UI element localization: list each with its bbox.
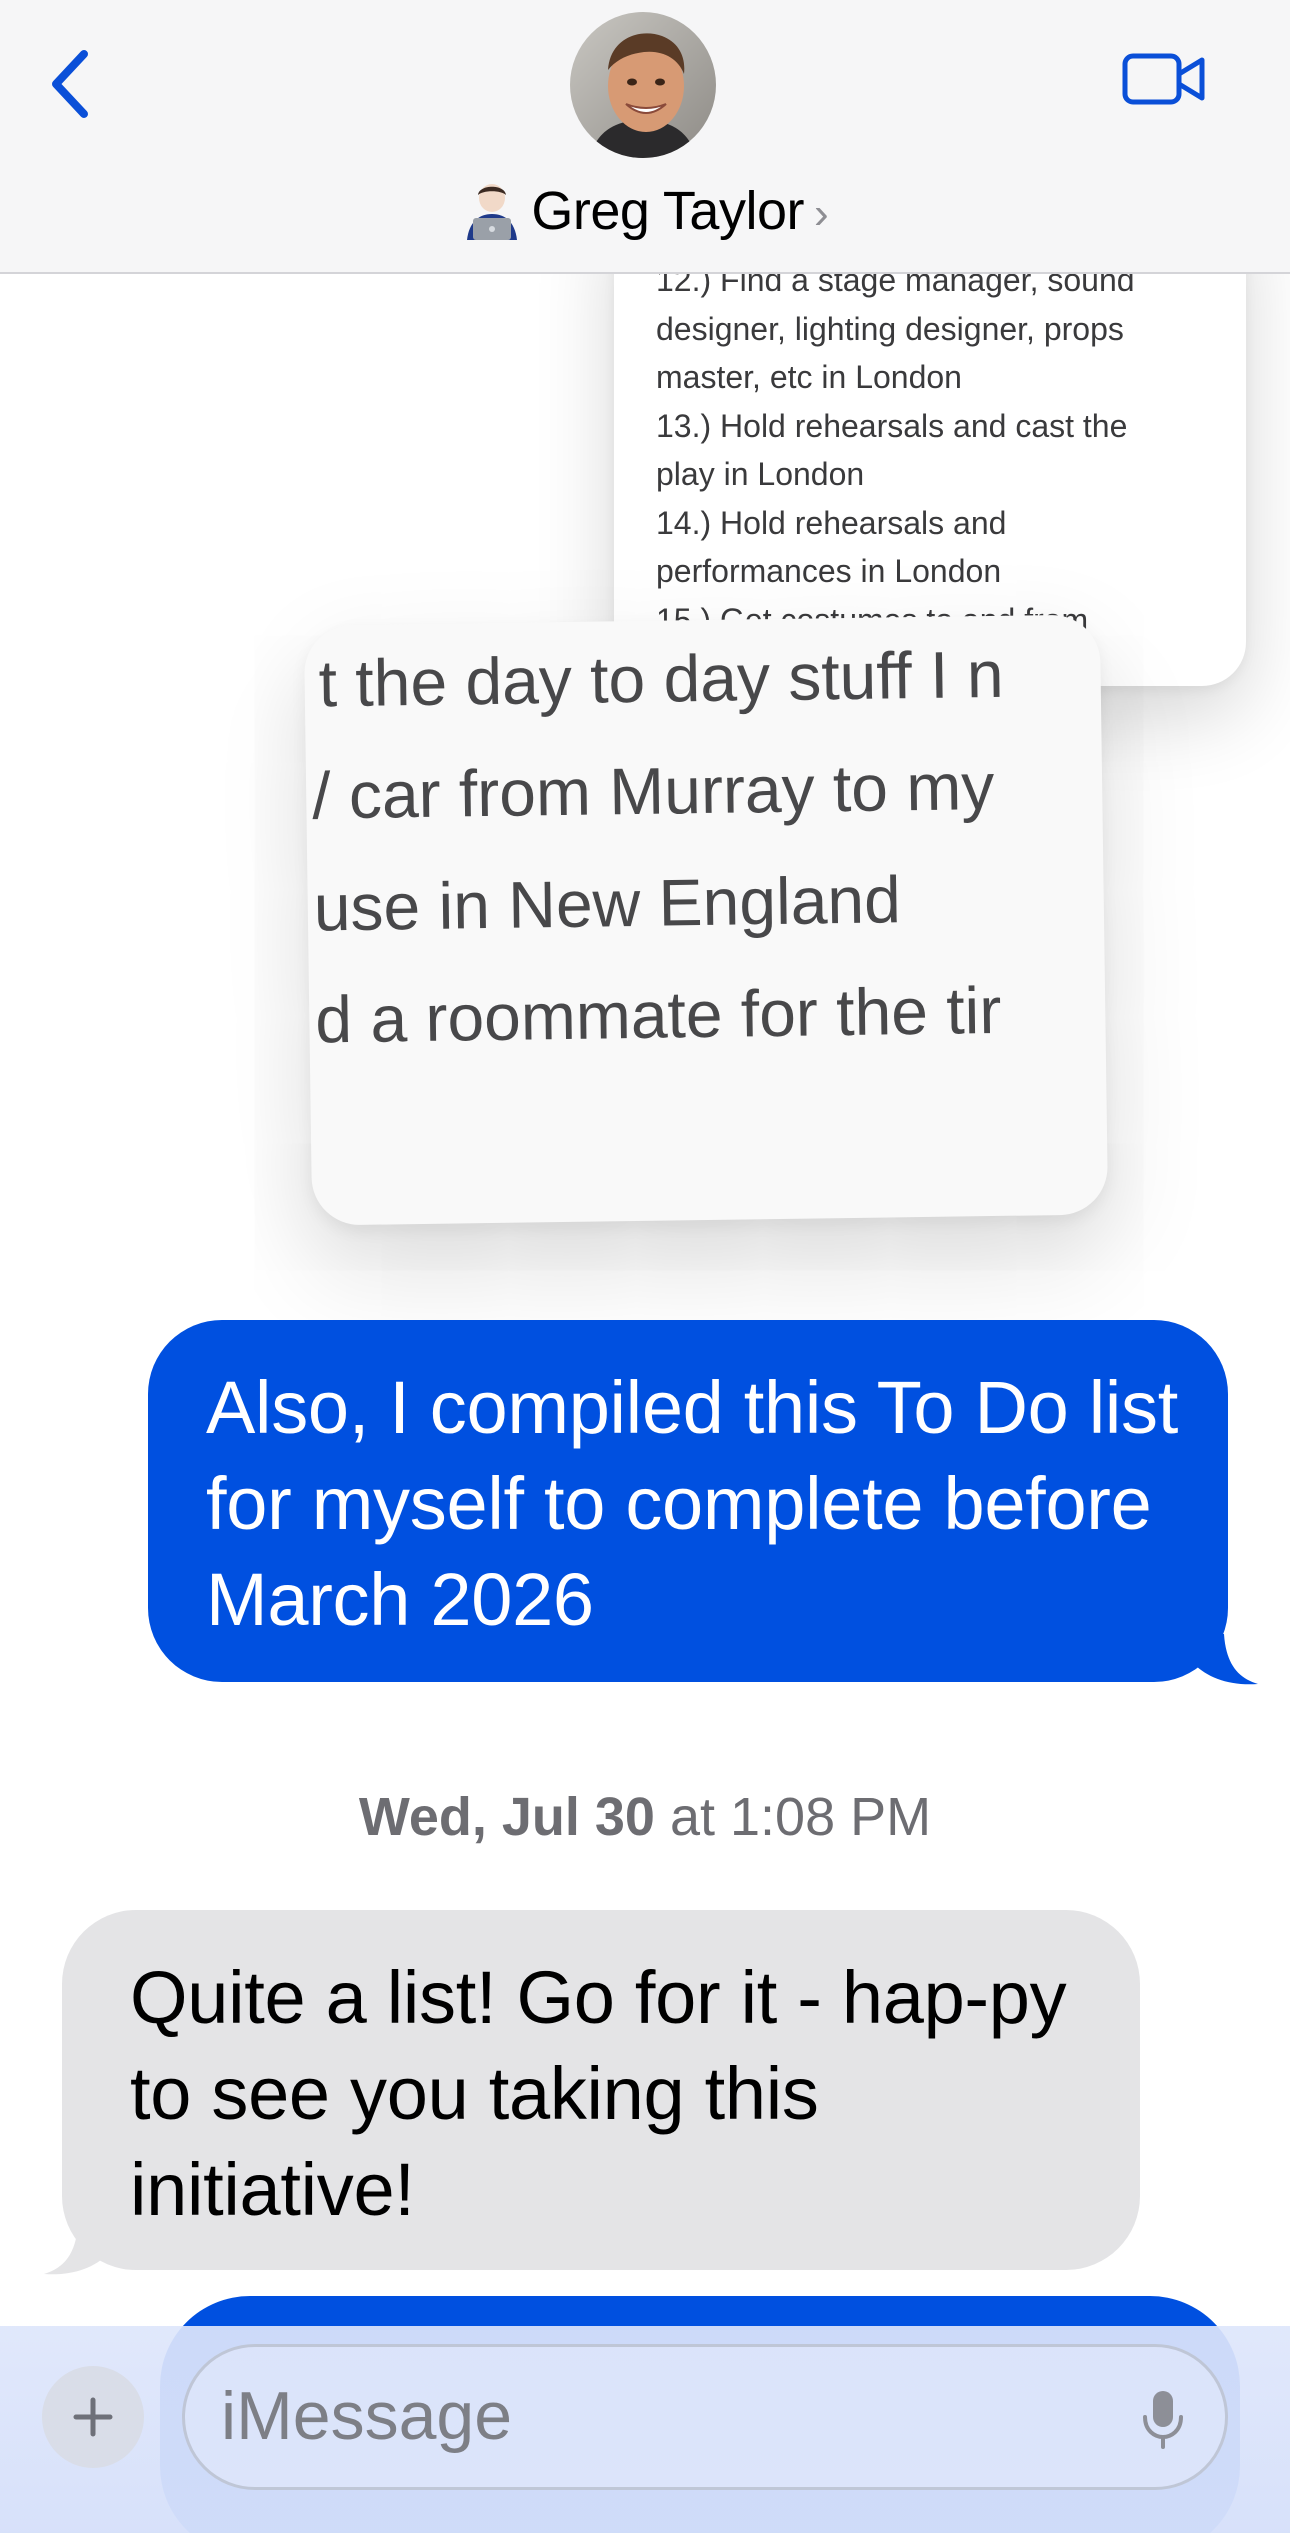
contact-name-button[interactable]: Greg Taylor › xyxy=(0,176,1290,246)
list-line: performances in London xyxy=(656,553,1002,589)
technologist-emoji-icon xyxy=(467,184,518,240)
messages-conversation-screen: Greg Taylor › 12.) Find a stage manager,… xyxy=(0,0,1290,2533)
sent-message-bubble[interactable]: Also, I compiled this To Do list for mys… xyxy=(148,1320,1228,1682)
plus-icon xyxy=(73,2397,113,2437)
chevron-left-icon xyxy=(52,50,88,118)
message-input-bar: iMessage xyxy=(0,2326,1290,2533)
received-message-bubble[interactable]: Quite a list! Go for it - hap-py to see … xyxy=(62,1910,1140,2270)
back-button[interactable] xyxy=(40,40,100,130)
zoom-line: use in New England xyxy=(313,862,902,945)
zoomed-list-image-attachment[interactable]: t the day to day stuff I n / car from Mu… xyxy=(303,614,1109,1226)
zoom-line: d a roommate for the tir xyxy=(314,972,1002,1057)
conversation-header: Greg Taylor › xyxy=(0,0,1290,274)
list-line: master, etc in London xyxy=(656,359,962,395)
video-camera-icon xyxy=(1122,53,1205,105)
add-attachment-button[interactable] xyxy=(42,2366,144,2468)
video-call-button[interactable] xyxy=(1120,44,1210,114)
chevron-right-icon: › xyxy=(813,189,829,238)
timestamp-time: at 1:08 PM xyxy=(669,1787,932,1847)
received-message-text: Quite a list! Go for it - hap-py to see … xyxy=(130,1956,1067,2231)
sent-message-text: Also, I compiled this To Do list for mys… xyxy=(206,1366,1178,1641)
list-line: designer, lighting designer, props xyxy=(656,310,1124,347)
message-timestamp: Wed, Jul 30 at 1:08 PM xyxy=(0,1786,1290,1848)
list-line: play in London xyxy=(656,456,865,492)
zoom-line: t the day to day stuff I n xyxy=(318,636,1004,721)
list-line: 13.) Hold rehearsals and cast the xyxy=(656,407,1128,444)
list-line: 14.) Hold rehearsals and xyxy=(656,504,1007,541)
contact-avatar[interactable] xyxy=(570,12,716,158)
todo-list-text: 12.) Find a stage manager, sound designe… xyxy=(656,256,1236,644)
imessage-input[interactable]: iMessage xyxy=(182,2344,1228,2490)
microphone-icon[interactable] xyxy=(1139,2387,1187,2451)
timestamp-day: Wed, Jul 30 xyxy=(358,1787,655,1847)
imessage-placeholder: iMessage xyxy=(221,2378,513,2454)
zoom-line: / car from Murray to my xyxy=(311,748,995,833)
contact-name: Greg Taylor xyxy=(531,181,804,241)
